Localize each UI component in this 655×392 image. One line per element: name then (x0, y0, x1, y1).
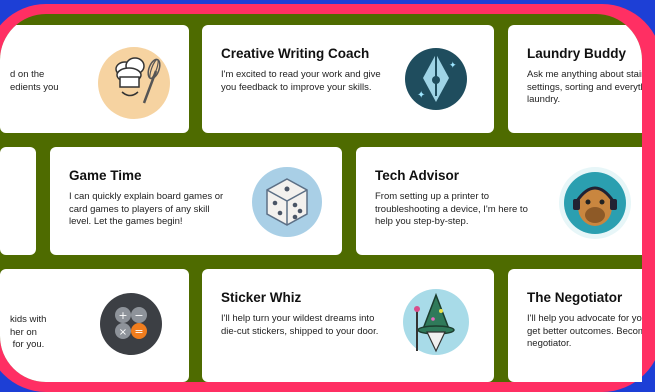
card-description: I'll help turn your wildest dreams into … (221, 313, 379, 337)
card-description: I'm excited to read your work and give y… (221, 69, 381, 93)
card-description: kids with her on for you. (10, 314, 47, 350)
gpt-card-game-time[interactable]: Game Time I can quickly explain board ga… (50, 147, 342, 255)
card-title: Laundry Buddy (527, 46, 627, 61)
card-description: I'll help you advocate for yourself get … (527, 313, 642, 349)
card-title: Tech Advisor (375, 168, 460, 183)
chef-hat-whisk-icon (98, 47, 170, 119)
card-description: I can quickly explain board games or car… (69, 191, 224, 227)
capybara-headset-icon (559, 167, 631, 239)
svg-text:=: = (134, 325, 143, 338)
gpt-card-sticker-whiz[interactable]: Sticker Whiz I'll help turn your wildest… (202, 269, 494, 382)
card-title: Creative Writing Coach (221, 46, 370, 61)
svg-text:−: − (134, 309, 143, 322)
card-description: From setting up a printer to troubleshoo… (375, 191, 528, 227)
svg-text:✦: ✦ (449, 60, 457, 70)
calculator-icon: + − × = (100, 293, 162, 355)
gpt-card-math[interactable]: kids with her on for you. + − × = (0, 269, 189, 382)
card-description: d on the edients you (10, 69, 59, 93)
gpt-card-laundry-buddy[interactable]: Laundry Buddy Ask me anything about stai… (508, 25, 642, 133)
gpt-card-chef[interactable]: d on the edients you (0, 25, 189, 133)
wizard-sticker-icon (403, 289, 469, 355)
svg-text:×: × (119, 327, 127, 338)
card-title: Game Time (69, 168, 142, 183)
card-title: Sticker Whiz (221, 290, 302, 305)
gpt-card-the-negotiator[interactable]: The Negotiator I'll help you advocate fo… (508, 269, 642, 382)
gpt-card-partial-left[interactable] (0, 147, 36, 255)
svg-text:✦: ✦ (417, 90, 425, 101)
card-title: The Negotiator (527, 290, 623, 305)
gpt-card-tech-advisor[interactable]: Tech Advisor From setting up a printer t… (356, 147, 642, 255)
card-description: Ask me anything about stains, settings, … (527, 69, 642, 105)
fountain-pen-icon: ✦ ✦ (405, 48, 467, 110)
svg-text:+: + (118, 309, 127, 322)
dice-icon (252, 167, 322, 237)
gpt-gallery: d on the edients you Creative Writing Co… (0, 14, 642, 382)
gpt-card-creative-writing-coach[interactable]: Creative Writing Coach I'm excited to re… (202, 25, 494, 133)
